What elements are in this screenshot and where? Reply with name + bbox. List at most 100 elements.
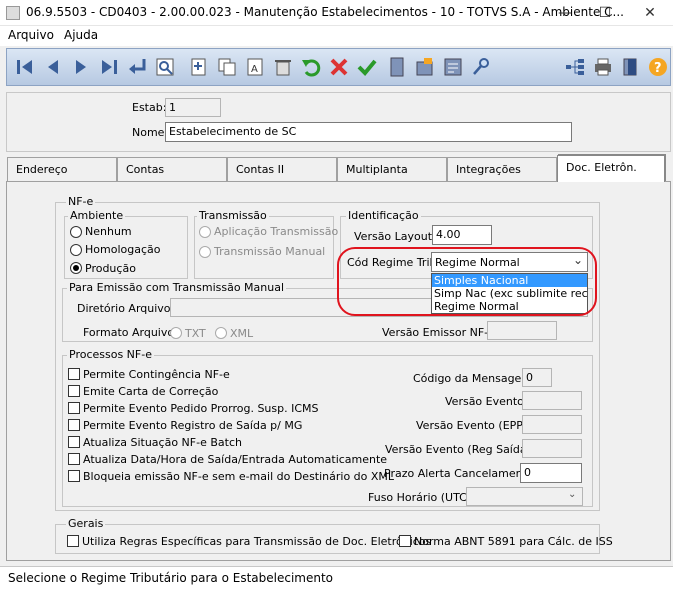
versao-evento-epp-label: Versão Evento (EPP): <box>416 419 531 432</box>
svg-text:A: A <box>251 64 258 75</box>
emissao-legend: Para Emissão com Transmissão Manual <box>67 281 287 294</box>
versao-emissor-label: Versão Emissor NF-e: <box>382 326 499 339</box>
producao-label: Produção <box>85 262 136 275</box>
versao-layout-field[interactable]: 4.00 <box>432 225 492 245</box>
search-icon[interactable] <box>152 54 178 80</box>
tab-endereco[interactable]: Endereço <box>7 157 117 181</box>
check-regras-especificas[interactable] <box>67 535 79 547</box>
txt-label: TXT <box>185 327 206 340</box>
codigo-mensagem-label: Código da Mensagem: <box>413 372 536 385</box>
estab-field[interactable]: 1 <box>165 98 221 117</box>
versao-evento-saida-label: Versão Evento (Reg Saída): <box>385 443 535 456</box>
check-data-hora[interactable] <box>68 453 80 465</box>
transmissao-legend: Transmissão <box>197 209 269 222</box>
registro-saida-label: Permite Evento Registro de Saída p/ MG <box>83 419 303 432</box>
estab-label: Estab: <box>132 101 167 114</box>
radio-txt[interactable] <box>170 327 182 339</box>
maximize-button[interactable]: ☐ <box>585 2 625 24</box>
versao-layout-label: Versão Layout: <box>354 230 436 243</box>
gerais-legend: Gerais <box>66 517 106 530</box>
fuso-horario-label: Fuso Horário (UTC): <box>368 491 475 504</box>
edit-icon[interactable]: A <box>242 54 268 80</box>
situacao-batch-label: Atualiza Situação NF-e Batch <box>83 436 242 449</box>
fuso-horario-select[interactable] <box>466 487 583 506</box>
report-icon[interactable] <box>412 54 438 80</box>
exit-icon[interactable] <box>618 54 644 80</box>
prazo-alerta-field[interactable]: 0 <box>520 463 582 483</box>
check-contingencia[interactable] <box>68 368 80 380</box>
contingencia-label: Permite Contingência NF-e <box>83 368 230 381</box>
carta-correcao-label: Emite Carta de Correção <box>83 385 219 398</box>
prorrog-icms-label: Permite Evento Pedido Prorrog. Susp. ICM… <box>83 402 319 415</box>
goto-icon[interactable] <box>124 54 150 80</box>
window-title: 06.9.5503 - CD0403 - 2.00.00.023 - Manut… <box>26 5 624 19</box>
tab-doc-eletron[interactable]: Doc. Eletrôn. <box>557 155 665 182</box>
versao-evento-epp-field[interactable] <box>522 415 582 434</box>
check-norma-abnt[interactable] <box>399 535 411 547</box>
tab-multiplanta[interactable]: Multiplanta <box>337 157 447 181</box>
nenhum-label: Nenhum <box>85 225 132 238</box>
menu-bar <box>0 26 673 46</box>
aplicacao-transmissao-label: Aplicação Transmissão <box>214 225 339 238</box>
cancel-icon[interactable] <box>326 54 352 80</box>
key-icon[interactable] <box>468 54 494 80</box>
print-icon[interactable] <box>590 54 616 80</box>
last-record-icon[interactable] <box>96 54 122 80</box>
xml-label: XML <box>230 327 254 340</box>
form-icon[interactable] <box>440 54 466 80</box>
radio-homologacao[interactable] <box>70 244 82 256</box>
regras-especificas-label: Utiliza Regras Específicas para Transmis… <box>82 535 432 548</box>
radio-nenhum[interactable] <box>70 226 82 238</box>
bloqueia-email-label: Bloqueia emissão NF-e sem e-mail do Dest… <box>83 470 395 483</box>
confirm-icon[interactable] <box>354 54 380 80</box>
hierarchy-icon[interactable] <box>562 54 588 80</box>
versao-evento-saida-field[interactable] <box>522 439 582 458</box>
versao-emissor-field[interactable] <box>487 321 557 340</box>
homologacao-label: Homologação <box>85 243 161 256</box>
menu-ajuda[interactable]: Ajuda <box>64 28 98 42</box>
help-icon[interactable]: ? <box>645 54 671 80</box>
check-prorrog-icms[interactable] <box>68 402 80 414</box>
formato-label: Formato Arquivo: <box>83 326 178 339</box>
transmissao-manual-label: Transmissão Manual <box>214 245 326 258</box>
versao-evento-label: Versão Evento: <box>445 395 528 408</box>
svg-text:?: ? <box>654 61 662 76</box>
radio-producao[interactable] <box>70 262 82 274</box>
previous-record-icon[interactable] <box>40 54 66 80</box>
app-icon <box>6 6 20 20</box>
new-record-icon[interactable] <box>186 54 212 80</box>
versao-evento-field[interactable] <box>522 391 582 410</box>
tab-integracoes[interactable]: Integrações <box>447 157 557 181</box>
data-hora-label: Atualiza Data/Hora de Saída/Entrada Auto… <box>83 453 388 466</box>
identificacao-legend: Identificação <box>346 209 421 222</box>
fuso-chevron-down-icon: ⌄ <box>568 489 577 500</box>
close-button[interactable]: ✕ <box>630 2 670 24</box>
radio-aplicacao-transmissao[interactable] <box>199 226 211 238</box>
radio-xml[interactable] <box>215 327 227 339</box>
document-icon[interactable] <box>384 54 410 80</box>
radio-transmissao-manual[interactable] <box>199 246 211 258</box>
check-carta-correcao[interactable] <box>68 385 80 397</box>
tab-contas-ii[interactable]: Contas II <box>227 157 337 181</box>
processos-legend: Processos NF-e <box>67 348 154 361</box>
copy-icon[interactable] <box>214 54 240 80</box>
annotation-highlight <box>337 247 597 316</box>
first-record-icon[interactable] <box>12 54 38 80</box>
norma-abnt-label: Norma ABNT 5891 para Cálc. de ISS <box>414 535 613 548</box>
diretorio-label: Diretório Arquivos: <box>77 302 180 315</box>
ambiente-legend: Ambiente <box>68 209 126 222</box>
tab-contas[interactable]: Contas <box>117 157 227 181</box>
undo-icon[interactable] <box>298 54 324 80</box>
nome-field[interactable]: Estabelecimento de SC <box>165 122 572 142</box>
minimize-button[interactable]: — <box>545 2 585 24</box>
check-registro-saida[interactable] <box>68 419 80 431</box>
nfe-legend: NF-e <box>66 195 96 208</box>
next-record-icon[interactable] <box>68 54 94 80</box>
prazo-alerta-label: Prazo Alerta Cancelamento: <box>384 467 538 480</box>
menu-arquivo[interactable]: Arquivo <box>8 28 54 42</box>
codigo-mensagem-field[interactable]: 0 <box>522 368 552 387</box>
check-situacao-batch[interactable] <box>68 436 80 448</box>
check-bloqueia-email[interactable] <box>68 470 80 482</box>
status-text: Selecione o Regime Tributário para o Est… <box>8 571 334 585</box>
delete-icon[interactable] <box>270 54 296 80</box>
